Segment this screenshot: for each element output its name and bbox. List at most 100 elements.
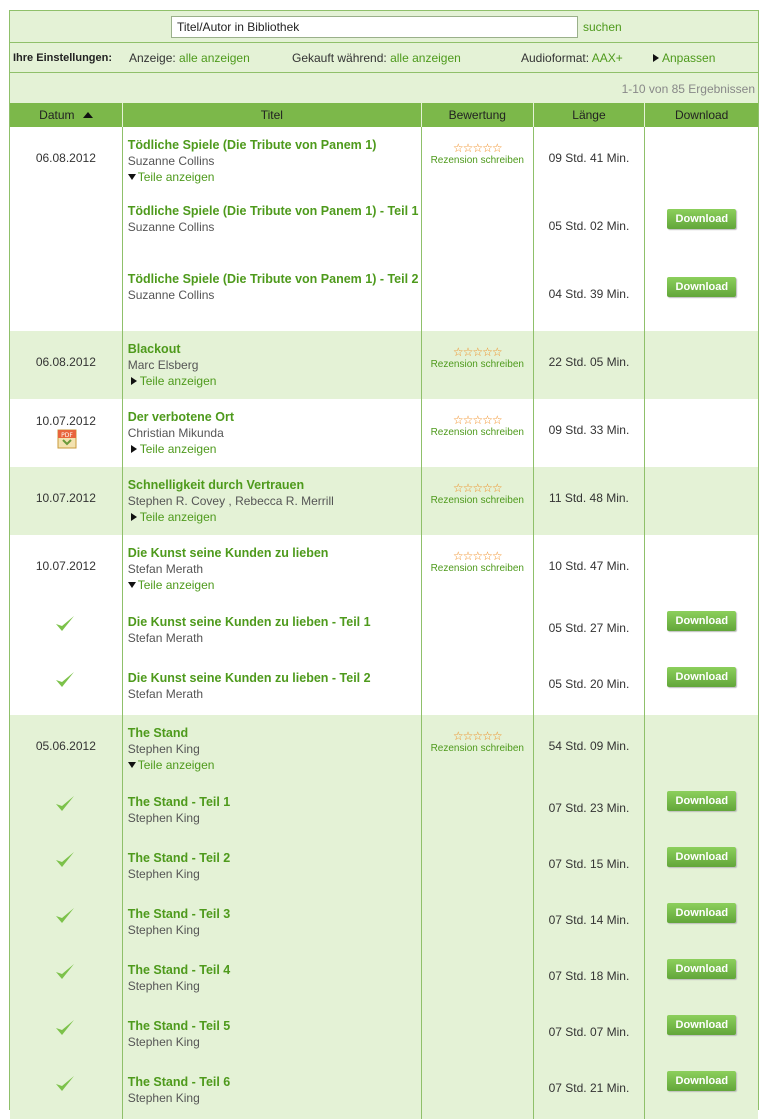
title-cell: Tödliche Spiele (Die Tribute von Panem 1… (123, 127, 422, 195)
column-date[interactable]: Datum (10, 103, 123, 127)
write-review-link[interactable]: Rezension schreiben (422, 563, 533, 574)
book-author: Marc Elsberg (127, 358, 199, 372)
rating-cell: ☆☆☆☆☆ Rezension schreiben (422, 467, 534, 535)
part-author: Stephen King (127, 1035, 200, 1049)
part-length: 07 Std. 07 Min. (548, 1025, 630, 1039)
column-title[interactable]: Titel (123, 103, 422, 127)
book-group: 05.06.2012 The Stand Stephen King Teile anz… (10, 715, 758, 1119)
column-title-label: Titel (260, 108, 283, 122)
part-title-link[interactable]: Tödliche Spiele (Die Tribute von Panem 1… (128, 271, 421, 287)
book-title-link[interactable]: Der verbotene Ort (128, 409, 421, 425)
column-length[interactable]: Länge (534, 103, 646, 127)
write-review-link[interactable]: Rezension schreiben (422, 155, 533, 166)
downloaded-check-icon (54, 849, 76, 871)
date-cell: 10.07.2012 PDF (10, 399, 123, 467)
download-button[interactable]: Download (667, 209, 737, 229)
book-title-link[interactable]: The Stand (128, 725, 421, 741)
write-review-link[interactable]: Rezension schreiben (422, 495, 533, 506)
rating-cell (422, 951, 534, 1007)
sort-ascending-icon (82, 112, 93, 118)
date-cell: 05.06.2012 (10, 715, 123, 783)
rating-stars[interactable]: ☆☆☆☆☆ (422, 413, 533, 427)
book-title-link[interactable]: Tödliche Spiele (Die Tribute von Panem 1… (128, 137, 421, 153)
write-review-link[interactable]: Rezension schreiben (422, 743, 533, 754)
download-button[interactable]: Download (667, 277, 737, 297)
title-cell: The Stand - Teil 5 Stephen King (123, 1007, 422, 1063)
part-length: 07 Std. 14 Min. (548, 913, 630, 927)
download-button[interactable]: Download (667, 667, 737, 687)
table-row-part: Tödliche Spiele (Die Tribute von Panem 1… (10, 195, 758, 263)
download-button[interactable]: Download (667, 611, 737, 631)
part-title-link[interactable]: The Stand - Teil 3 (128, 906, 421, 922)
title-cell: Schnelligkeit durch Vertrauen Stephen R. … (123, 467, 422, 535)
search-button[interactable]: suchen (583, 20, 622, 34)
downloaded-check-icon (54, 961, 76, 983)
part-title-link[interactable]: Die Kunst seine Kunden zu lieben - Teil … (128, 614, 421, 630)
rating-stars[interactable]: ☆☆☆☆☆ (422, 549, 533, 563)
download-button[interactable]: Download (667, 959, 737, 979)
date-cell: 10.07.2012 (10, 467, 123, 535)
table-row: 10.07.2012 Schnelligkeit durch Vertrauen S… (10, 467, 758, 535)
search-bar: suchen (10, 10, 758, 43)
status-cell (10, 659, 123, 715)
show-parts-toggle[interactable]: Teile anzeigen (127, 169, 421, 185)
column-date-label: Datum (39, 108, 75, 122)
pdf-download-icon[interactable]: PDF (57, 429, 77, 449)
show-parts-toggle[interactable]: Teile anzeigen (128, 373, 421, 389)
part-title-link[interactable]: The Stand - Teil 4 (128, 962, 421, 978)
show-parts-toggle[interactable]: Teile anzeigen (127, 577, 421, 593)
customize-link[interactable]: Anpassen (650, 51, 715, 65)
format-value-link[interactable]: AAX+ (592, 51, 623, 65)
column-rating[interactable]: Bewertung (422, 103, 534, 127)
display-filter: Anzeige: alle anzeigen (129, 51, 250, 65)
length-cell: 22 Std. 05 Min. (534, 331, 646, 399)
part-author: Stephen King (127, 811, 200, 825)
book-group: 10.07.2012 Die Kunst seine Kunden zu lieb… (10, 535, 758, 715)
length-cell: 07 Std. 21 Min. (534, 1063, 646, 1119)
download-cell (645, 535, 758, 603)
length-cell: 05 Std. 02 Min. (534, 195, 646, 263)
book-title-link[interactable]: Die Kunst seine Kunden zu lieben (128, 545, 421, 561)
part-title-link[interactable]: The Stand - Teil 2 (128, 850, 421, 866)
book-title-link[interactable]: Schnelligkeit durch Vertrauen (128, 477, 421, 493)
book-title-link[interactable]: Blackout (128, 341, 421, 357)
show-parts-label: Teile anzeigen (137, 170, 215, 184)
triangle-down-icon (127, 582, 136, 588)
rating-stars[interactable]: ☆☆☆☆☆ (422, 481, 533, 495)
part-title-link[interactable]: Tödliche Spiele (Die Tribute von Panem 1… (128, 203, 421, 219)
show-parts-toggle[interactable]: Teile anzeigen (128, 509, 421, 525)
results-count: 1-10 von 85 Ergebnissen (10, 73, 758, 103)
download-button[interactable]: Download (667, 903, 737, 923)
book-author: Stephen R. Covey , Rebecca R. Merrill (127, 494, 334, 508)
display-value-link[interactable]: alle anzeigen (179, 51, 250, 65)
part-title-link[interactable]: Die Kunst seine Kunden zu lieben - Teil … (128, 670, 421, 686)
download-button[interactable]: Download (667, 847, 737, 867)
table-row: 10.07.2012 PDF Der verbotene Ort Christian … (10, 399, 758, 467)
rating-cell: ☆☆☆☆☆ Rezension schreiben (422, 331, 534, 399)
part-title-link[interactable]: The Stand - Teil 6 (128, 1074, 421, 1090)
rating-stars[interactable]: ☆☆☆☆☆ (422, 141, 533, 155)
download-cell: Download (645, 603, 758, 659)
part-title-link[interactable]: The Stand - Teil 1 (128, 794, 421, 810)
download-button[interactable]: Download (667, 1015, 737, 1035)
write-review-link[interactable]: Rezension schreiben (422, 427, 533, 438)
rating-stars[interactable]: ☆☆☆☆☆ (422, 729, 533, 743)
part-length: 05 Std. 20 Min. (548, 677, 630, 691)
bought-value-link[interactable]: alle anzeigen (390, 51, 461, 65)
download-button[interactable]: Download (667, 1071, 737, 1091)
part-title-link[interactable]: The Stand - Teil 5 (128, 1018, 421, 1034)
show-parts-toggle[interactable]: Teile anzeigen (128, 441, 421, 457)
rating-stars[interactable]: ☆☆☆☆☆ (422, 345, 533, 359)
search-input[interactable] (171, 16, 578, 38)
table-row-part: Die Kunst seine Kunden zu lieben - Teil … (10, 603, 758, 659)
purchase-date: 10.07.2012 (35, 491, 96, 505)
date-cell: 06.08.2012 (10, 127, 123, 195)
show-parts-toggle[interactable]: Teile anzeigen (127, 757, 421, 773)
part-author: Stephen King (127, 979, 200, 993)
purchase-date: 06.08.2012 (35, 151, 96, 165)
length-cell: 54 Std. 09 Min. (534, 715, 646, 783)
write-review-link[interactable]: Rezension schreiben (422, 359, 533, 370)
download-button[interactable]: Download (667, 791, 737, 811)
part-author: Suzanne Collins (127, 288, 215, 302)
settings-bar: Ihre Einstellungen: Anzeige: alle anzeig… (10, 43, 758, 73)
